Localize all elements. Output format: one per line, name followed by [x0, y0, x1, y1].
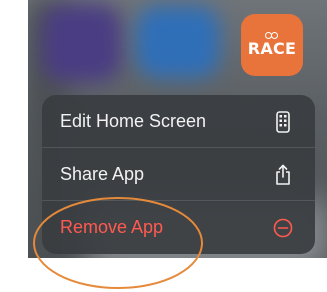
app-icon-label: RACE: [247, 39, 297, 58]
race-app-icon[interactable]: RACE: [241, 14, 303, 76]
blurred-app-icon: [42, 4, 122, 82]
menu-item-label: Edit Home Screen: [60, 111, 207, 131]
menu-item-label: Share App: [60, 164, 145, 184]
rings-logo-icon: [265, 32, 279, 39]
app-context-menu: Edit Home Screen Share App Remove App: [42, 95, 315, 254]
minus-circle-icon: [273, 217, 293, 239]
menu-item-label: Remove App: [60, 217, 164, 237]
menu-item-remove-app[interactable]: Remove App: [42, 201, 315, 254]
share-icon: [273, 164, 293, 186]
blurred-app-icon: [136, 6, 220, 78]
menu-item-edit-home-screen[interactable]: Edit Home Screen: [42, 95, 315, 148]
phone-apps-icon: [273, 110, 293, 133]
menu-item-share-app[interactable]: Share App: [42, 148, 315, 201]
